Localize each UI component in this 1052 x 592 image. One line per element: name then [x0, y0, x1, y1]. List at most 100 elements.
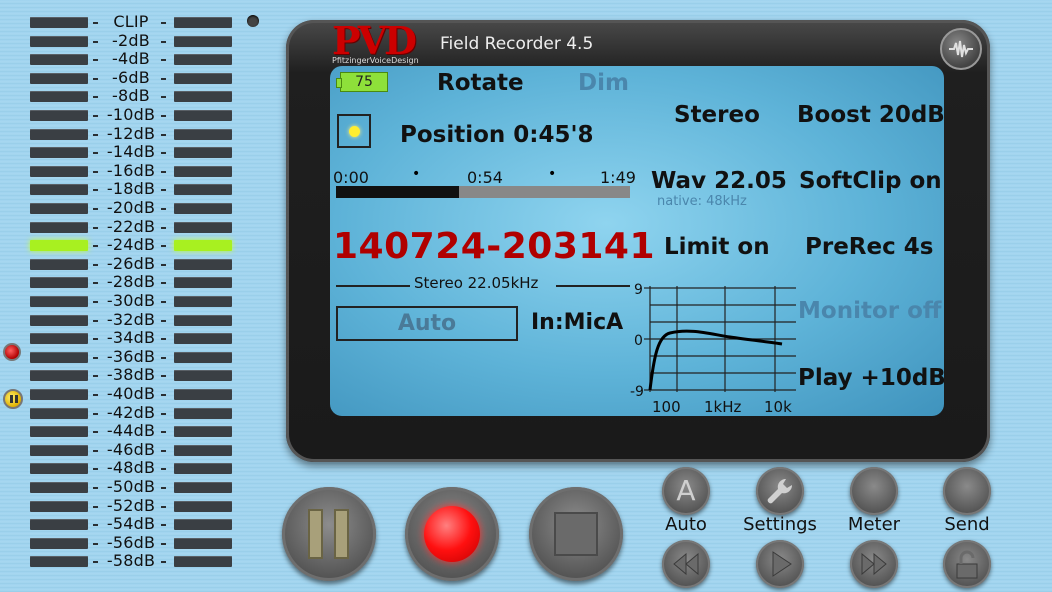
- stop-button[interactable]: [529, 487, 623, 581]
- send-button-label: Send: [944, 514, 990, 535]
- meter-segment-right: [174, 500, 232, 512]
- record-led-box: [337, 114, 371, 148]
- meter-segment-left: [30, 17, 88, 28]
- meter-row: -40dB: [0, 384, 260, 403]
- meter-row: -24dB: [0, 235, 260, 255]
- wrench-icon: [767, 478, 793, 504]
- stereo-setting[interactable]: Stereo: [674, 102, 760, 128]
- unlock-button[interactable]: [943, 540, 991, 588]
- meter-row: -52dB: [0, 496, 260, 515]
- meter-segment-right: [174, 203, 232, 214]
- meter-segment-left: [30, 54, 88, 66]
- meter-dash: [161, 282, 166, 285]
- rotate-button[interactable]: Rotate: [437, 70, 524, 96]
- meter-row: -46dB: [0, 439, 260, 459]
- meter-dash: [161, 263, 166, 266]
- meter-dash: [161, 245, 166, 248]
- meter-label: -54dB: [106, 514, 156, 534]
- meter-label: -36dB: [106, 346, 156, 366]
- meter-segment-right: [174, 482, 232, 493]
- meter-row: -54dB: [0, 514, 260, 534]
- meter-row: -6dB: [0, 67, 260, 87]
- meter-segment-left: [30, 184, 88, 196]
- meter-segment-right: [174, 444, 232, 456]
- meter-segment-left: [30, 221, 88, 233]
- meter-row: -30dB: [0, 291, 260, 310]
- limit-setting[interactable]: Limit on: [664, 234, 770, 260]
- eq-response-graph[interactable]: 9 0 -9 100 1kHz 10k: [630, 276, 810, 416]
- meter-button[interactable]: [850, 467, 898, 515]
- progress-middle-label: 0:54: [467, 168, 503, 187]
- position-readout: Position 0:45'8: [400, 122, 594, 148]
- meter-row: -4dB: [0, 49, 260, 68]
- auto-button[interactable]: A: [662, 467, 710, 515]
- send-button[interactable]: [943, 467, 991, 515]
- meter-label: -8dB: [112, 86, 150, 106]
- meter-dash: [161, 226, 166, 229]
- meter-row: -2dB: [0, 31, 260, 50]
- meter-segment-right: [174, 128, 232, 140]
- meter-segment-left: [30, 519, 88, 531]
- eq-xtick: 1kHz: [704, 398, 742, 416]
- input-source[interactable]: In:MicA: [531, 310, 623, 335]
- meter-segment-left: [30, 240, 88, 252]
- meter-segment-left: [30, 556, 88, 568]
- play-gain-setting[interactable]: Play +10dB: [798, 365, 944, 391]
- format-line-left: [336, 285, 410, 287]
- fast-forward-icon: [861, 552, 887, 576]
- unlock-icon: [956, 550, 978, 579]
- meter-row: -22dB: [0, 217, 260, 236]
- monitor-setting[interactable]: Monitor off: [798, 298, 942, 324]
- meter-label: -32dB: [106, 309, 156, 329]
- softclip-setting[interactable]: SoftClip on: [799, 168, 942, 194]
- meter-row: -20dB: [0, 198, 260, 217]
- meter-label: CLIP: [113, 12, 149, 31]
- meter-label: -6dB: [112, 67, 150, 87]
- pause-indicator-icon: [3, 389, 23, 409]
- meter-dash: [161, 152, 166, 155]
- meter-segment-left: [30, 463, 88, 475]
- meter-label: -24dB: [106, 235, 156, 255]
- meter-label: -14dB: [106, 142, 156, 162]
- playback-progress-bar[interactable]: [336, 186, 630, 198]
- waveform-icon: [949, 40, 973, 58]
- eq-xtick: 10k: [764, 398, 792, 416]
- prerec-setting[interactable]: PreRec 4s: [805, 234, 933, 260]
- meter-dash: [161, 115, 166, 117]
- meter-segment-right: [174, 54, 232, 66]
- meter-segment-right: [174, 519, 232, 531]
- meter-label: -10dB: [106, 105, 156, 124]
- fast-forward-button[interactable]: [850, 540, 898, 588]
- record-button[interactable]: [405, 487, 499, 581]
- meter-dash: [161, 561, 166, 564]
- meter-segment-right: [174, 165, 232, 177]
- auto-gain-button[interactable]: Auto: [336, 306, 518, 341]
- meter-label: -30dB: [106, 291, 156, 310]
- dim-button[interactable]: Dim: [578, 70, 629, 96]
- meter-dash: [161, 524, 166, 527]
- meter-segment-right: [174, 407, 232, 419]
- meter-segment-right: [174, 296, 232, 307]
- format-setting[interactable]: Wav 22.05: [651, 168, 787, 194]
- play-button[interactable]: [756, 540, 804, 588]
- meter-dash: [161, 468, 166, 471]
- rewind-button[interactable]: [662, 540, 710, 588]
- meter-row: -50dB: [0, 477, 260, 496]
- battery-indicator: 75: [336, 72, 388, 92]
- meter-label: -58dB: [106, 551, 156, 571]
- meter-label: -42dB: [106, 402, 156, 422]
- boost-setting[interactable]: Boost 20dB: [797, 102, 944, 128]
- meter-label: -46dB: [106, 439, 156, 459]
- meter-dash: [161, 96, 166, 99]
- meter-segment-left: [30, 296, 88, 307]
- progress-tick: •: [412, 166, 421, 182]
- native-rate: native: 48kHz: [657, 194, 747, 209]
- meter-segment-right: [174, 463, 232, 475]
- pause-button[interactable]: [282, 487, 376, 581]
- meter-dash: [161, 412, 166, 415]
- stop-icon: [554, 512, 598, 556]
- meter-segment-left: [30, 482, 88, 493]
- settings-button[interactable]: [756, 467, 804, 515]
- waveform-button[interactable]: [940, 28, 982, 70]
- progress-fill: [336, 186, 460, 198]
